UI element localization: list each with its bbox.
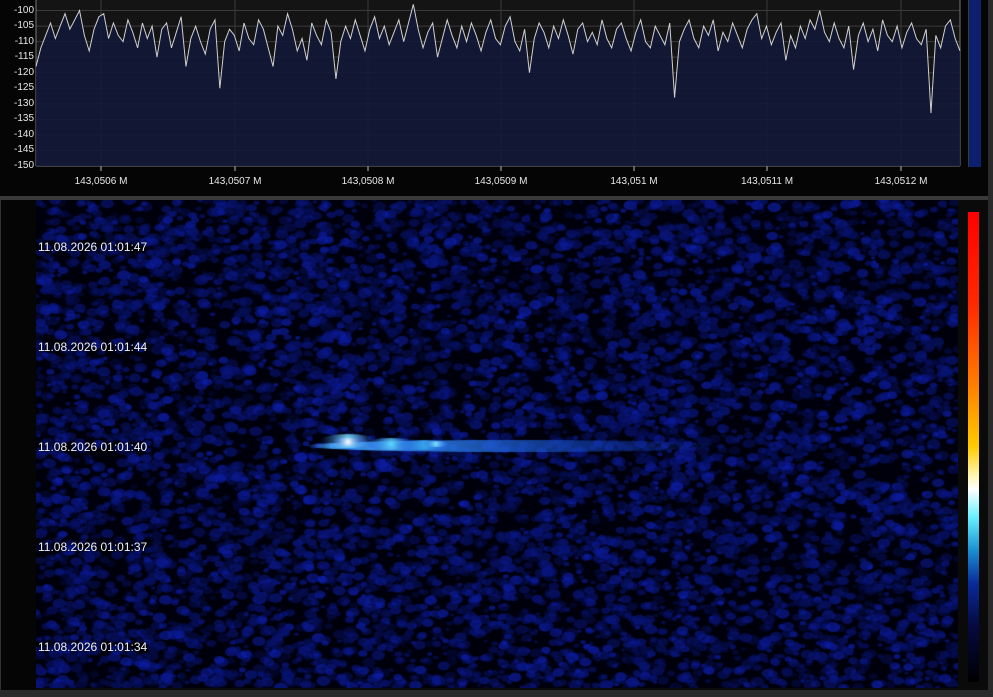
window-frame-right [988,0,993,697]
y-tick-label: -100 [13,4,34,16]
y-tick-label: -130 [13,97,34,109]
waterfall-panel[interactable]: 11.08.2026 01:01:47 11.08.2026 01:01:44 11… [0,200,993,697]
waterfall-color-scale [968,212,979,682]
x-tick-label: 143,051 M [610,176,658,187]
y-tick-label: -115 [14,51,34,63]
y-tick-label: -110 [14,35,34,47]
x-tick-label: 143,0509 M [474,176,528,187]
waterfall-time-label: 11.08.2026 01:01:37 [38,540,148,554]
y-tick-label: -125 [13,82,34,94]
x-tick-label: 143,0507 M [208,176,262,187]
spectrum-panel[interactable]: -95-100-105-110-115-120-125-130-135-140-… [0,0,993,196]
x-tick-label: 143,0508 M [341,176,395,187]
waterfall-time-axis [0,200,37,697]
y-tick-label: -150 [13,160,34,171]
x-tick-label: 143,0506 M [74,176,128,187]
y-tick-label: -135 [13,113,34,125]
x-tick-label: 143,0512 M [874,176,928,187]
y-tick-label: -145 [13,144,34,156]
waterfall-display[interactable] [36,200,958,688]
waterfall-time-label: 11.08.2026 01:01:34 [38,640,148,654]
waterfall-time-label: 11.08.2026 01:01:47 [38,240,148,254]
x-tick-label: 143,0511 M [740,176,794,187]
y-tick-label: -120 [13,66,34,78]
waterfall-time-label: 11.08.2026 01:01:44 [38,340,148,354]
y-tick-label: -105 [13,20,34,32]
y-tick-label: -140 [13,128,34,140]
waterfall-time-label: 11.08.2026 01:01:40 [38,440,148,454]
window-frame-bottom [0,690,993,697]
spectrum-plot[interactable] [0,0,993,196]
signal-level-bar [968,0,981,167]
